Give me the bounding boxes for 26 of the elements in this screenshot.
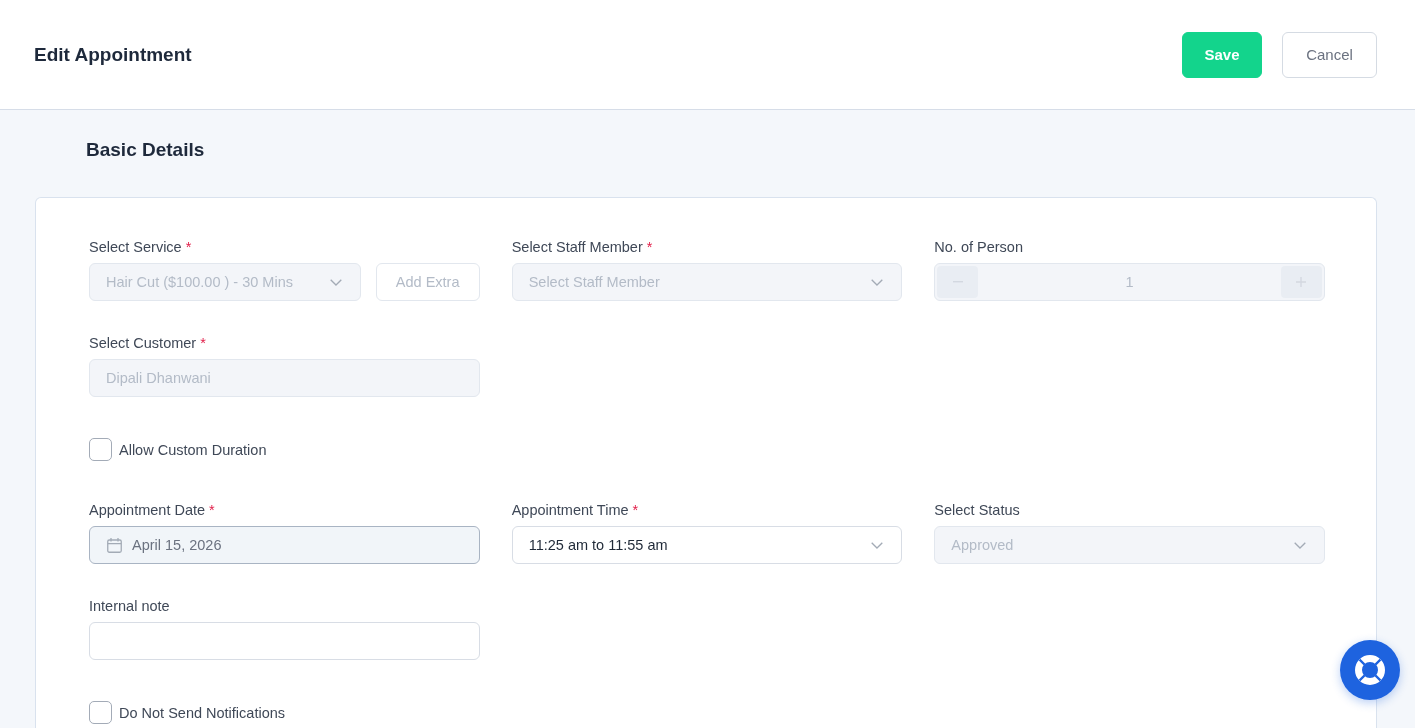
dropdown-field[interactable]: 11:25 am to 11:55 am [511,526,903,564]
field-label: Select Customer * [89,334,206,353]
section-title: Basic Details [86,138,205,162]
field-label: Appointment Time * [511,501,639,520]
save-button[interactable]: Save [1182,31,1262,78]
calendar-icon [107,537,122,553]
chevron-down-icon [871,278,884,286]
field-label: Internal note [89,597,170,616]
stepper-value: 1 [1125,274,1134,290]
checkbox-label: Do Not Send Notifications [119,704,286,721]
chevron-down-icon [871,541,884,549]
checkbox-label: Allow Custom Duration [119,441,267,458]
checkbox[interactable] [89,438,112,461]
text-field[interactable] [89,622,480,660]
field-label: Appointment Date * [89,501,215,520]
field-label: Select Service * [89,238,192,257]
chevron-down-icon [329,278,342,286]
page-title: Edit Appointment [34,43,192,66]
field-label: Select Status [934,501,1020,520]
field-label: Select Staff Member * [511,238,653,257]
date-field[interactable]: April 15, 2026 [89,526,480,564]
lifebuoy-icon [1354,654,1386,686]
cancel-button[interactable]: Cancel [1282,31,1377,78]
chevron-down-icon [1294,541,1306,549]
field-label: No. of Person [934,238,1023,257]
checkbox[interactable] [89,701,112,724]
